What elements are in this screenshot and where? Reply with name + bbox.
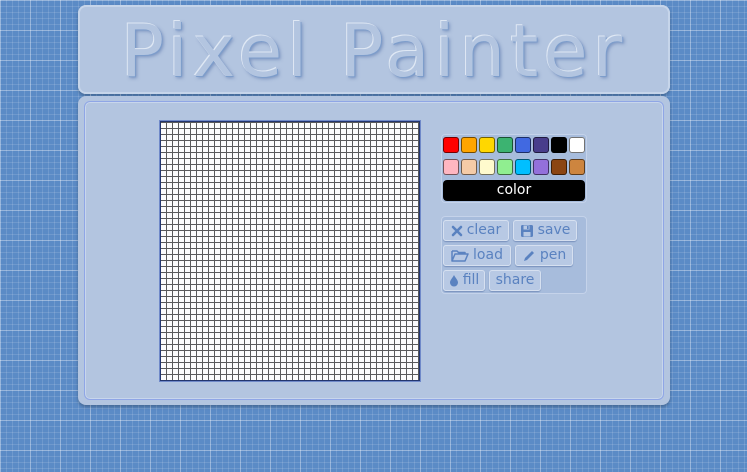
title-panel: Pixel Painter [78,5,670,94]
floppy-disk-icon [520,224,534,238]
swatch-red[interactable] [443,137,459,153]
swatch-orange[interactable] [461,137,477,153]
swatch-pink[interactable] [443,159,459,175]
swatch-white[interactable] [569,137,585,153]
save-label: save [537,222,571,238]
selected-color-button[interactable]: color [443,180,585,201]
pixel-canvas[interactable] [160,121,420,381]
load-label: load [473,247,503,263]
fill-label: fill [462,272,480,288]
app-title: Pixel Painter [120,9,628,93]
load-button[interactable]: load [443,245,511,266]
droplet-icon [449,274,459,287]
clear-label: clear [466,222,502,238]
fill-button[interactable]: fill [443,270,485,291]
pen-label: pen [539,247,567,263]
save-button[interactable]: save [513,220,577,241]
swatch-indigo[interactable] [533,137,549,153]
clear-button[interactable]: clear [443,220,509,241]
swatch-sky-blue[interactable] [515,159,531,175]
close-icon [451,225,463,237]
pen-button[interactable]: pen [515,245,573,266]
swatch-yellow[interactable] [479,137,495,153]
share-button[interactable]: share [489,270,541,291]
folder-open-icon [451,249,469,262]
swatch-peach[interactable] [461,159,477,175]
swatch-cream[interactable] [479,159,495,175]
pencil-icon [522,249,536,263]
color-palette: color [441,134,587,203]
swatch-blue[interactable] [515,137,531,153]
swatch-tan[interactable] [569,159,585,175]
swatch-green[interactable] [497,137,513,153]
tool-panel: clear save load pen fill share [441,216,587,294]
share-label: share [495,272,535,288]
swatch-brown[interactable] [551,159,567,175]
swatch-black[interactable] [551,137,567,153]
swatch-light-green[interactable] [497,159,513,175]
swatch-purple[interactable] [533,159,549,175]
